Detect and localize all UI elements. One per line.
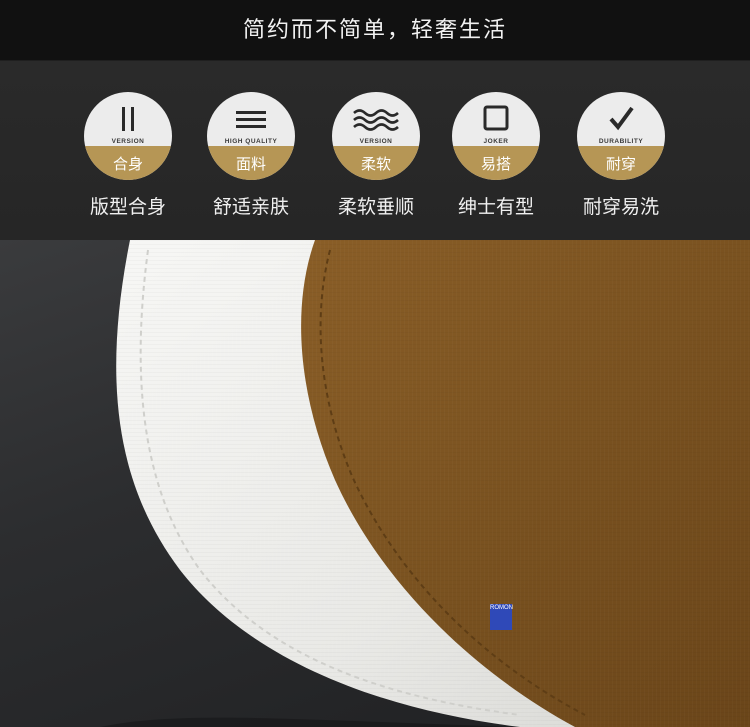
feature-badge: DURABILITY 耐穿 <box>577 92 665 180</box>
slogan-text: 简约而不简单，轻奢生活 <box>242 18 507 43</box>
badge-english-label: DURABILITY <box>598 138 644 145</box>
feature-badge: HIGH QUALITY 面料 <box>207 92 295 180</box>
badge-english-label: HIGH QUALITY <box>224 138 278 145</box>
slogan-bar: 简约而不简单，轻奢生活 <box>0 0 750 60</box>
feature-item-versatile: JOKER 易搭 绅士有型 <box>431 92 561 232</box>
feature-list: VERSION 合身 版型合身 HIGH QUALITY 面料 舒适亲肤 VER… <box>0 92 750 232</box>
waves-icon <box>332 104 420 134</box>
feature-item-durability: DURABILITY 耐穿 耐穿易洗 <box>556 92 686 232</box>
feature-label: 版型合身 <box>89 196 166 218</box>
brand-logo-text: ROMON <box>490 605 513 611</box>
feature-label: 绅士有型 <box>457 196 534 218</box>
badge-chinese-label: 柔软 <box>360 155 391 173</box>
badge-english-label: VERSION <box>359 138 393 145</box>
two-bars-icon <box>84 104 172 134</box>
feature-badge: VERSION 合身 <box>84 92 172 180</box>
three-lines-icon <box>207 104 295 134</box>
feature-label: 柔软垂顺 <box>337 196 414 218</box>
feature-badge: VERSION 柔软 <box>332 92 420 180</box>
feature-item-softness: VERSION 柔软 柔软垂顺 <box>311 92 441 232</box>
square-icon <box>452 104 540 134</box>
badge-english-label: JOKER <box>483 138 509 145</box>
brand-logo: ROMON <box>490 604 513 630</box>
feature-label: 舒适亲肤 <box>212 196 289 218</box>
badge-chinese-label: 耐穿 <box>605 155 636 173</box>
feature-label: 耐穿易洗 <box>582 196 659 218</box>
badge-chinese-label: 面料 <box>235 155 266 173</box>
badge-chinese-label: 合身 <box>112 155 143 173</box>
badge-chinese-label: 易搭 <box>480 155 511 173</box>
fabric-photo <box>0 240 750 727</box>
fabric-illustration <box>100 240 750 727</box>
badge-english-label: VERSION <box>111 138 145 145</box>
header-banner: 简约而不简单，轻奢生活 VERSION 合身 版型合身 HIGH QUALITY… <box>0 0 750 240</box>
checkmark-icon <box>577 104 665 134</box>
feature-badge: JOKER 易搭 <box>452 92 540 180</box>
feature-item-fabric: HIGH QUALITY 面料 舒适亲肤 <box>186 92 316 232</box>
feature-item-fit: VERSION 合身 版型合身 <box>63 92 193 232</box>
